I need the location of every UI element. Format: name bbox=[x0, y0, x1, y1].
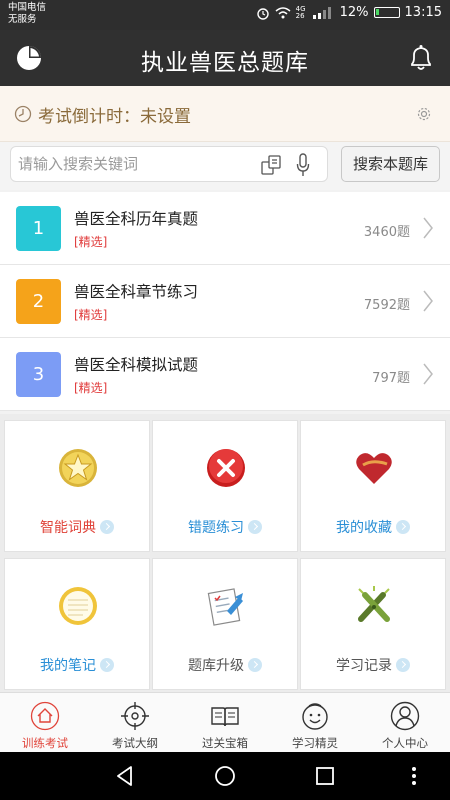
scan-icon[interactable] bbox=[261, 155, 283, 175]
tab-treasure-box[interactable]: 过关宝箱 bbox=[180, 693, 270, 753]
home-button-icon[interactable] bbox=[213, 764, 237, 788]
bank-title: 兽医全科章节练习 bbox=[74, 283, 199, 301]
grid-item-label: 题库升级 bbox=[188, 658, 244, 674]
back-icon[interactable] bbox=[113, 764, 137, 788]
tab-label: 过关宝箱 bbox=[202, 736, 248, 750]
wrong-x-icon bbox=[207, 449, 245, 487]
network-type: 4G 26 bbox=[295, 4, 306, 20]
settings-gear-icon[interactable] bbox=[416, 106, 432, 122]
tab-personal-center[interactable]: 个人中心 bbox=[360, 693, 450, 753]
chevron-right-icon bbox=[423, 217, 433, 239]
bottom-tab-bar: 训练考试 考试大纲 过关宝箱 学习精灵 个人中心 bbox=[0, 692, 450, 752]
search-bar: 搜索本题库 bbox=[0, 142, 450, 190]
timer-icon bbox=[14, 105, 32, 123]
chevron-right-icon bbox=[423, 290, 433, 312]
battery-percent: 12% bbox=[339, 5, 369, 20]
arrow-right-icon bbox=[100, 520, 114, 534]
battery-icon bbox=[373, 7, 400, 18]
arrow-right-icon bbox=[396, 520, 410, 534]
home-icon bbox=[30, 701, 60, 731]
question-bank-list: 1 兽医全科历年真题 [精选] 3460题 2 兽医全科章节练习 [精选] 75… bbox=[0, 192, 450, 411]
recent-apps-icon[interactable] bbox=[313, 764, 337, 788]
chevron-right-icon bbox=[423, 363, 433, 385]
page-title: 执业兽医总题库 bbox=[141, 50, 309, 76]
grid-item-upgrade[interactable]: 题库升级 bbox=[152, 558, 298, 690]
list-item[interactable]: 1 兽医全科历年真题 [精选] 3460题 bbox=[0, 192, 450, 265]
grid-item-label: 智能词典 bbox=[40, 520, 96, 536]
book-icon bbox=[211, 707, 239, 727]
search-input[interactable] bbox=[18, 147, 258, 181]
question-count: 3460题 bbox=[363, 225, 410, 240]
tab-label: 学习精灵 bbox=[292, 736, 338, 750]
grid-item-label: 错题练习 bbox=[188, 520, 244, 536]
carrier-name: 中国电信 bbox=[8, 2, 47, 13]
target-icon bbox=[121, 702, 149, 730]
tab-label: 个人中心 bbox=[382, 736, 428, 750]
bell-icon[interactable] bbox=[408, 44, 434, 72]
tab-label: 训练考试 bbox=[22, 736, 68, 750]
exam-countdown-bar[interactable]: 考试倒计时：未设置 bbox=[0, 86, 450, 142]
clock-time: 13:15 bbox=[404, 5, 442, 20]
grid-item-label: 我的收藏 bbox=[336, 520, 392, 536]
search-box bbox=[10, 146, 328, 182]
grid-item-history[interactable]: 学习记录 bbox=[300, 558, 446, 690]
smiley-icon bbox=[302, 703, 328, 730]
featured-tag: [精选] bbox=[74, 235, 108, 249]
search-bank-button[interactable]: 搜索本题库 bbox=[341, 146, 440, 182]
app-header: 执业兽医总题库 bbox=[0, 30, 450, 86]
grid-item-wrong-practice[interactable]: 错题练习 bbox=[152, 420, 298, 552]
system-nav-bar bbox=[0, 752, 450, 800]
featured-tag: [精选] bbox=[74, 381, 108, 395]
tab-label: 考试大纲 bbox=[112, 736, 158, 750]
number-badge: 3 bbox=[16, 352, 61, 397]
user-icon bbox=[390, 701, 420, 731]
countdown-text: 考试倒计时：未设置 bbox=[38, 107, 191, 127]
wifi-icon bbox=[275, 6, 291, 18]
signal-icon bbox=[312, 6, 331, 19]
notepad-icon bbox=[59, 587, 97, 625]
number-badge: 2 bbox=[16, 279, 61, 324]
grid-item-label: 学习记录 bbox=[336, 658, 392, 674]
alarm-icon bbox=[256, 7, 269, 20]
star-icon bbox=[59, 449, 97, 487]
tab-training-exam[interactable]: 训练考试 bbox=[0, 693, 90, 753]
arrow-right-icon bbox=[396, 658, 410, 672]
more-options-icon[interactable] bbox=[402, 764, 426, 788]
question-count: 797题 bbox=[372, 371, 410, 386]
status-icons: 4G 26 12% 13:15 bbox=[256, 5, 442, 20]
arrow-right-icon bbox=[248, 520, 262, 534]
bank-title: 兽医全科历年真题 bbox=[74, 210, 199, 228]
service-status: 无服务 bbox=[8, 14, 37, 25]
list-item[interactable]: 3 兽医全科模拟试题 [精选] 797题 bbox=[0, 338, 450, 411]
list-item[interactable]: 2 兽医全科章节练习 [精选] 7592题 bbox=[0, 265, 450, 338]
bank-title: 兽医全科模拟试题 bbox=[74, 356, 199, 374]
grid-item-dictionary[interactable]: 智能词典 bbox=[4, 420, 150, 552]
grid-item-label: 我的笔记 bbox=[40, 658, 96, 674]
carrier-info: 中国电信 无服务 bbox=[8, 2, 46, 26]
question-count: 7592题 bbox=[363, 298, 410, 313]
pencils-icon bbox=[358, 586, 390, 622]
arrow-right-icon bbox=[100, 658, 114, 672]
tab-exam-outline[interactable]: 考试大纲 bbox=[90, 693, 180, 753]
arrow-right-icon bbox=[248, 658, 262, 672]
feature-grid: 智能词典 错题练习 我的收藏 我的笔记 题库升级 学习记录 bbox=[0, 414, 450, 692]
upgrade-checklist-icon bbox=[207, 588, 243, 626]
featured-tag: [精选] bbox=[74, 308, 108, 322]
microphone-icon[interactable] bbox=[296, 153, 310, 177]
grid-item-favorites[interactable]: 我的收藏 bbox=[300, 420, 446, 552]
grid-item-notes[interactable]: 我的笔记 bbox=[4, 558, 150, 690]
heart-icon bbox=[356, 453, 392, 484]
number-badge: 1 bbox=[16, 206, 61, 251]
tab-study-sprite[interactable]: 学习精灵 bbox=[270, 693, 360, 753]
status-bar: 中国电信 无服务 4G 26 12% 13:15 bbox=[0, 0, 450, 30]
